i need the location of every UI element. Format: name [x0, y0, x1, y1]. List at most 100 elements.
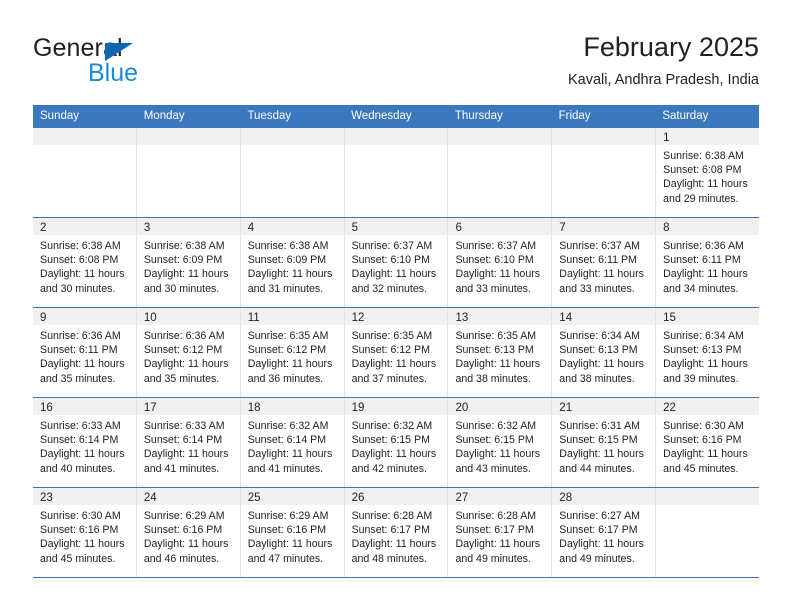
- day-number-band: [552, 128, 656, 145]
- day-number-band: 16: [33, 398, 136, 415]
- sunset-text: Sunset: 6:10 PM: [455, 254, 534, 267]
- day-cell[interactable]: 2 Sunrise: 6:38 AM Sunset: 6:08 PM Daylight…: [33, 218, 137, 307]
- daylight-text-line1: Daylight: 11 hours: [351, 268, 437, 281]
- sunset-text: Sunset: 6:14 PM: [40, 434, 119, 447]
- general-blue-logo[interactable]: General Blue: [33, 34, 263, 94]
- day-details: Sunrise: 6:38 AM Sunset: 6:08 PM Daylight:…: [33, 235, 136, 296]
- week-row: 9 Sunrise: 6:36 AM Sunset: 6:11 PM Daylight…: [33, 307, 760, 397]
- day-number: 21: [559, 402, 573, 414]
- sunrise-text: Sunrise: 6:30 AM: [663, 420, 744, 432]
- day-details: Sunrise: 6:38 AM Sunset: 6:09 PM Daylight:…: [137, 235, 240, 296]
- day-cell[interactable]: 18 Sunrise: 6:32 AM Sunset: 6:14 PM Dayligh…: [240, 398, 345, 487]
- day-cell[interactable]: 24 Sunrise: 6:29 AM Sunset: 6:16 PM Dayligh…: [136, 488, 241, 577]
- day-cell[interactable]: 9 Sunrise: 6:36 AM Sunset: 6:11 PM Daylight…: [33, 308, 137, 397]
- logo-text-blue: Blue: [88, 59, 139, 87]
- daylight-text-line2: and 46 minutes.: [143, 552, 220, 565]
- daylight-text-line1: Daylight: 11 hours: [40, 538, 125, 551]
- day-cell[interactable]: 19 Sunrise: 6:32 AM Sunset: 6:15 PM Dayligh…: [344, 398, 449, 487]
- day-details: Sunrise: 6:37 AM Sunset: 6:10 PM Daylight:…: [345, 235, 448, 296]
- day-details: Sunrise: 6:27 AM Sunset: 6:17 PM Daylight:…: [552, 505, 655, 566]
- day-number-band: 25: [240, 488, 344, 505]
- day-number-band: 14: [552, 308, 656, 325]
- day-cell[interactable]: 3 Sunrise: 6:38 AM Sunset: 6:09 PM Daylight…: [136, 218, 241, 307]
- day-details: Sunrise: 6:30 AM Sunset: 6:16 PM Daylight:…: [656, 415, 759, 476]
- sunrise-text: Sunrise: 6:30 AM: [40, 510, 121, 522]
- sunrise-text: Sunrise: 6:27 AM: [559, 510, 640, 522]
- day-number-band: 28: [552, 488, 656, 505]
- day-cell[interactable]: 11 Sunrise: 6:35 AM Sunset: 6:12 PM Dayligh…: [240, 308, 345, 397]
- weekday-header-tuesday: Tuesday: [247, 110, 292, 122]
- day-details: Sunrise: 6:33 AM Sunset: 6:14 PM Daylight:…: [33, 415, 136, 476]
- day-cell[interactable]: 4 Sunrise: 6:38 AM Sunset: 6:09 PM Daylight…: [240, 218, 345, 307]
- daylight-text-line2: and 41 minutes.: [143, 462, 220, 475]
- day-cell[interactable]: 20 Sunrise: 6:32 AM Sunset: 6:15 PM Dayligh…: [448, 398, 553, 487]
- day-cell-empty: [552, 128, 657, 217]
- sunrise-text: Sunrise: 6:29 AM: [143, 510, 225, 522]
- day-cell[interactable]: 5 Sunrise: 6:37 AM Sunset: 6:10 PM Daylight…: [344, 218, 449, 307]
- day-number: 22: [663, 402, 676, 414]
- sunrise-text: Sunrise: 6:35 AM: [455, 330, 537, 342]
- day-cell[interactable]: 15 Sunrise: 6:34 AM Sunset: 6:13 PM Dayligh…: [656, 308, 760, 397]
- day-number-band: 15: [656, 308, 760, 325]
- day-number: 13: [455, 312, 469, 324]
- daylight-text-line2: and 49 minutes.: [559, 552, 635, 565]
- day-cell[interactable]: 14 Sunrise: 6:34 AM Sunset: 6:13 PM Dayligh…: [552, 308, 657, 397]
- weekday-header-thursday: Thursday: [454, 110, 503, 122]
- day-number: 27: [455, 492, 469, 504]
- day-number: 7: [559, 222, 566, 234]
- day-cell[interactable]: 16 Sunrise: 6:33 AM Sunset: 6:14 PM Dayligh…: [33, 398, 137, 487]
- daylight-text-line2: and 36 minutes.: [247, 372, 324, 385]
- day-cell-empty: [448, 128, 553, 217]
- daylight-text-line1: Daylight: 11 hours: [143, 538, 229, 551]
- day-cell[interactable]: 27 Sunrise: 6:28 AM Sunset: 6:17 PM Dayligh…: [448, 488, 553, 577]
- sunset-text: Sunset: 6:16 PM: [663, 434, 742, 447]
- day-details: Sunrise: 6:35 AM Sunset: 6:13 PM Daylight:…: [448, 325, 551, 386]
- day-cell[interactable]: 26 Sunrise: 6:28 AM Sunset: 6:17 PM Dayligh…: [344, 488, 449, 577]
- day-cell[interactable]: 25 Sunrise: 6:29 AM Sunset: 6:16 PM Dayligh…: [240, 488, 345, 577]
- sunset-text: Sunset: 6:13 PM: [663, 344, 742, 357]
- day-details: Sunrise: 6:37 AM Sunset: 6:10 PM Daylight:…: [448, 235, 551, 296]
- day-number-band: 4: [240, 218, 344, 235]
- daylight-text-line1: Daylight: 11 hours: [143, 268, 229, 281]
- day-number: 18: [247, 402, 261, 414]
- sunset-text: Sunset: 6:16 PM: [247, 524, 327, 537]
- day-details: Sunrise: 6:30 AM Sunset: 6:16 PM Daylight:…: [33, 505, 136, 566]
- day-cell[interactable]: 6 Sunrise: 6:37 AM Sunset: 6:10 PM Daylight…: [448, 218, 553, 307]
- sunset-text: Sunset: 6:14 PM: [247, 434, 327, 447]
- day-cell[interactable]: 13 Sunrise: 6:35 AM Sunset: 6:13 PM Dayligh…: [448, 308, 553, 397]
- sunrise-text: Sunrise: 6:35 AM: [247, 330, 329, 342]
- daylight-text-line1: Daylight: 11 hours: [40, 358, 125, 371]
- weeks-container: 1 Sunrise: 6:38 AM Sunset: 6:08 PM Daylight…: [33, 127, 760, 578]
- daylight-text-line1: Daylight: 11 hours: [559, 358, 644, 371]
- day-cell[interactable]: 22 Sunrise: 6:30 AM Sunset: 6:16 PM Dayligh…: [656, 398, 760, 487]
- sunrise-text: Sunrise: 6:32 AM: [247, 420, 329, 432]
- day-cell[interactable]: 7 Sunrise: 6:37 AM Sunset: 6:11 PM Daylight…: [552, 218, 657, 307]
- day-number-band: 5: [344, 218, 448, 235]
- day-number: 15: [663, 312, 676, 324]
- day-details: Sunrise: 6:32 AM Sunset: 6:14 PM Daylight:…: [241, 415, 344, 476]
- day-details: Sunrise: 6:36 AM Sunset: 6:11 PM Daylight:…: [656, 235, 759, 296]
- day-number: 9: [40, 312, 47, 324]
- day-cell[interactable]: 23 Sunrise: 6:30 AM Sunset: 6:16 PM Dayligh…: [33, 488, 137, 577]
- sunset-text: Sunset: 6:11 PM: [40, 344, 118, 357]
- day-details: Sunrise: 6:32 AM Sunset: 6:15 PM Daylight:…: [448, 415, 551, 476]
- day-cell[interactable]: 21 Sunrise: 6:31 AM Sunset: 6:15 PM Dayligh…: [552, 398, 657, 487]
- day-cell[interactable]: 8 Sunrise: 6:36 AM Sunset: 6:11 PM Daylight…: [656, 218, 760, 307]
- day-cell[interactable]: 10 Sunrise: 6:36 AM Sunset: 6:12 PM Dayligh…: [136, 308, 241, 397]
- day-number: 10: [143, 312, 157, 324]
- daylight-text-line1: Daylight: 11 hours: [455, 358, 541, 371]
- daylight-text-line1: Daylight: 11 hours: [143, 358, 229, 371]
- day-cell[interactable]: 12 Sunrise: 6:35 AM Sunset: 6:12 PM Dayligh…: [344, 308, 449, 397]
- weekday-header-friday: Friday: [558, 110, 591, 122]
- day-cell[interactable]: 1 Sunrise: 6:38 AM Sunset: 6:08 PM Daylight…: [656, 128, 760, 217]
- daylight-text-line2: and 33 minutes.: [559, 282, 635, 295]
- day-number: 8: [663, 222, 670, 234]
- day-number-band: 23: [33, 488, 136, 505]
- day-cell[interactable]: 17 Sunrise: 6:33 AM Sunset: 6:14 PM Dayligh…: [136, 398, 241, 487]
- day-number-band: 7: [552, 218, 656, 235]
- daylight-text-line2: and 49 minutes.: [455, 552, 531, 565]
- day-cell[interactable]: 28 Sunrise: 6:27 AM Sunset: 6:17 PM Dayligh…: [552, 488, 657, 577]
- daylight-text-line2: and 39 minutes.: [663, 372, 739, 385]
- day-details: Sunrise: 6:35 AM Sunset: 6:12 PM Daylight:…: [241, 325, 344, 386]
- daylight-text-line1: Daylight: 11 hours: [351, 448, 437, 461]
